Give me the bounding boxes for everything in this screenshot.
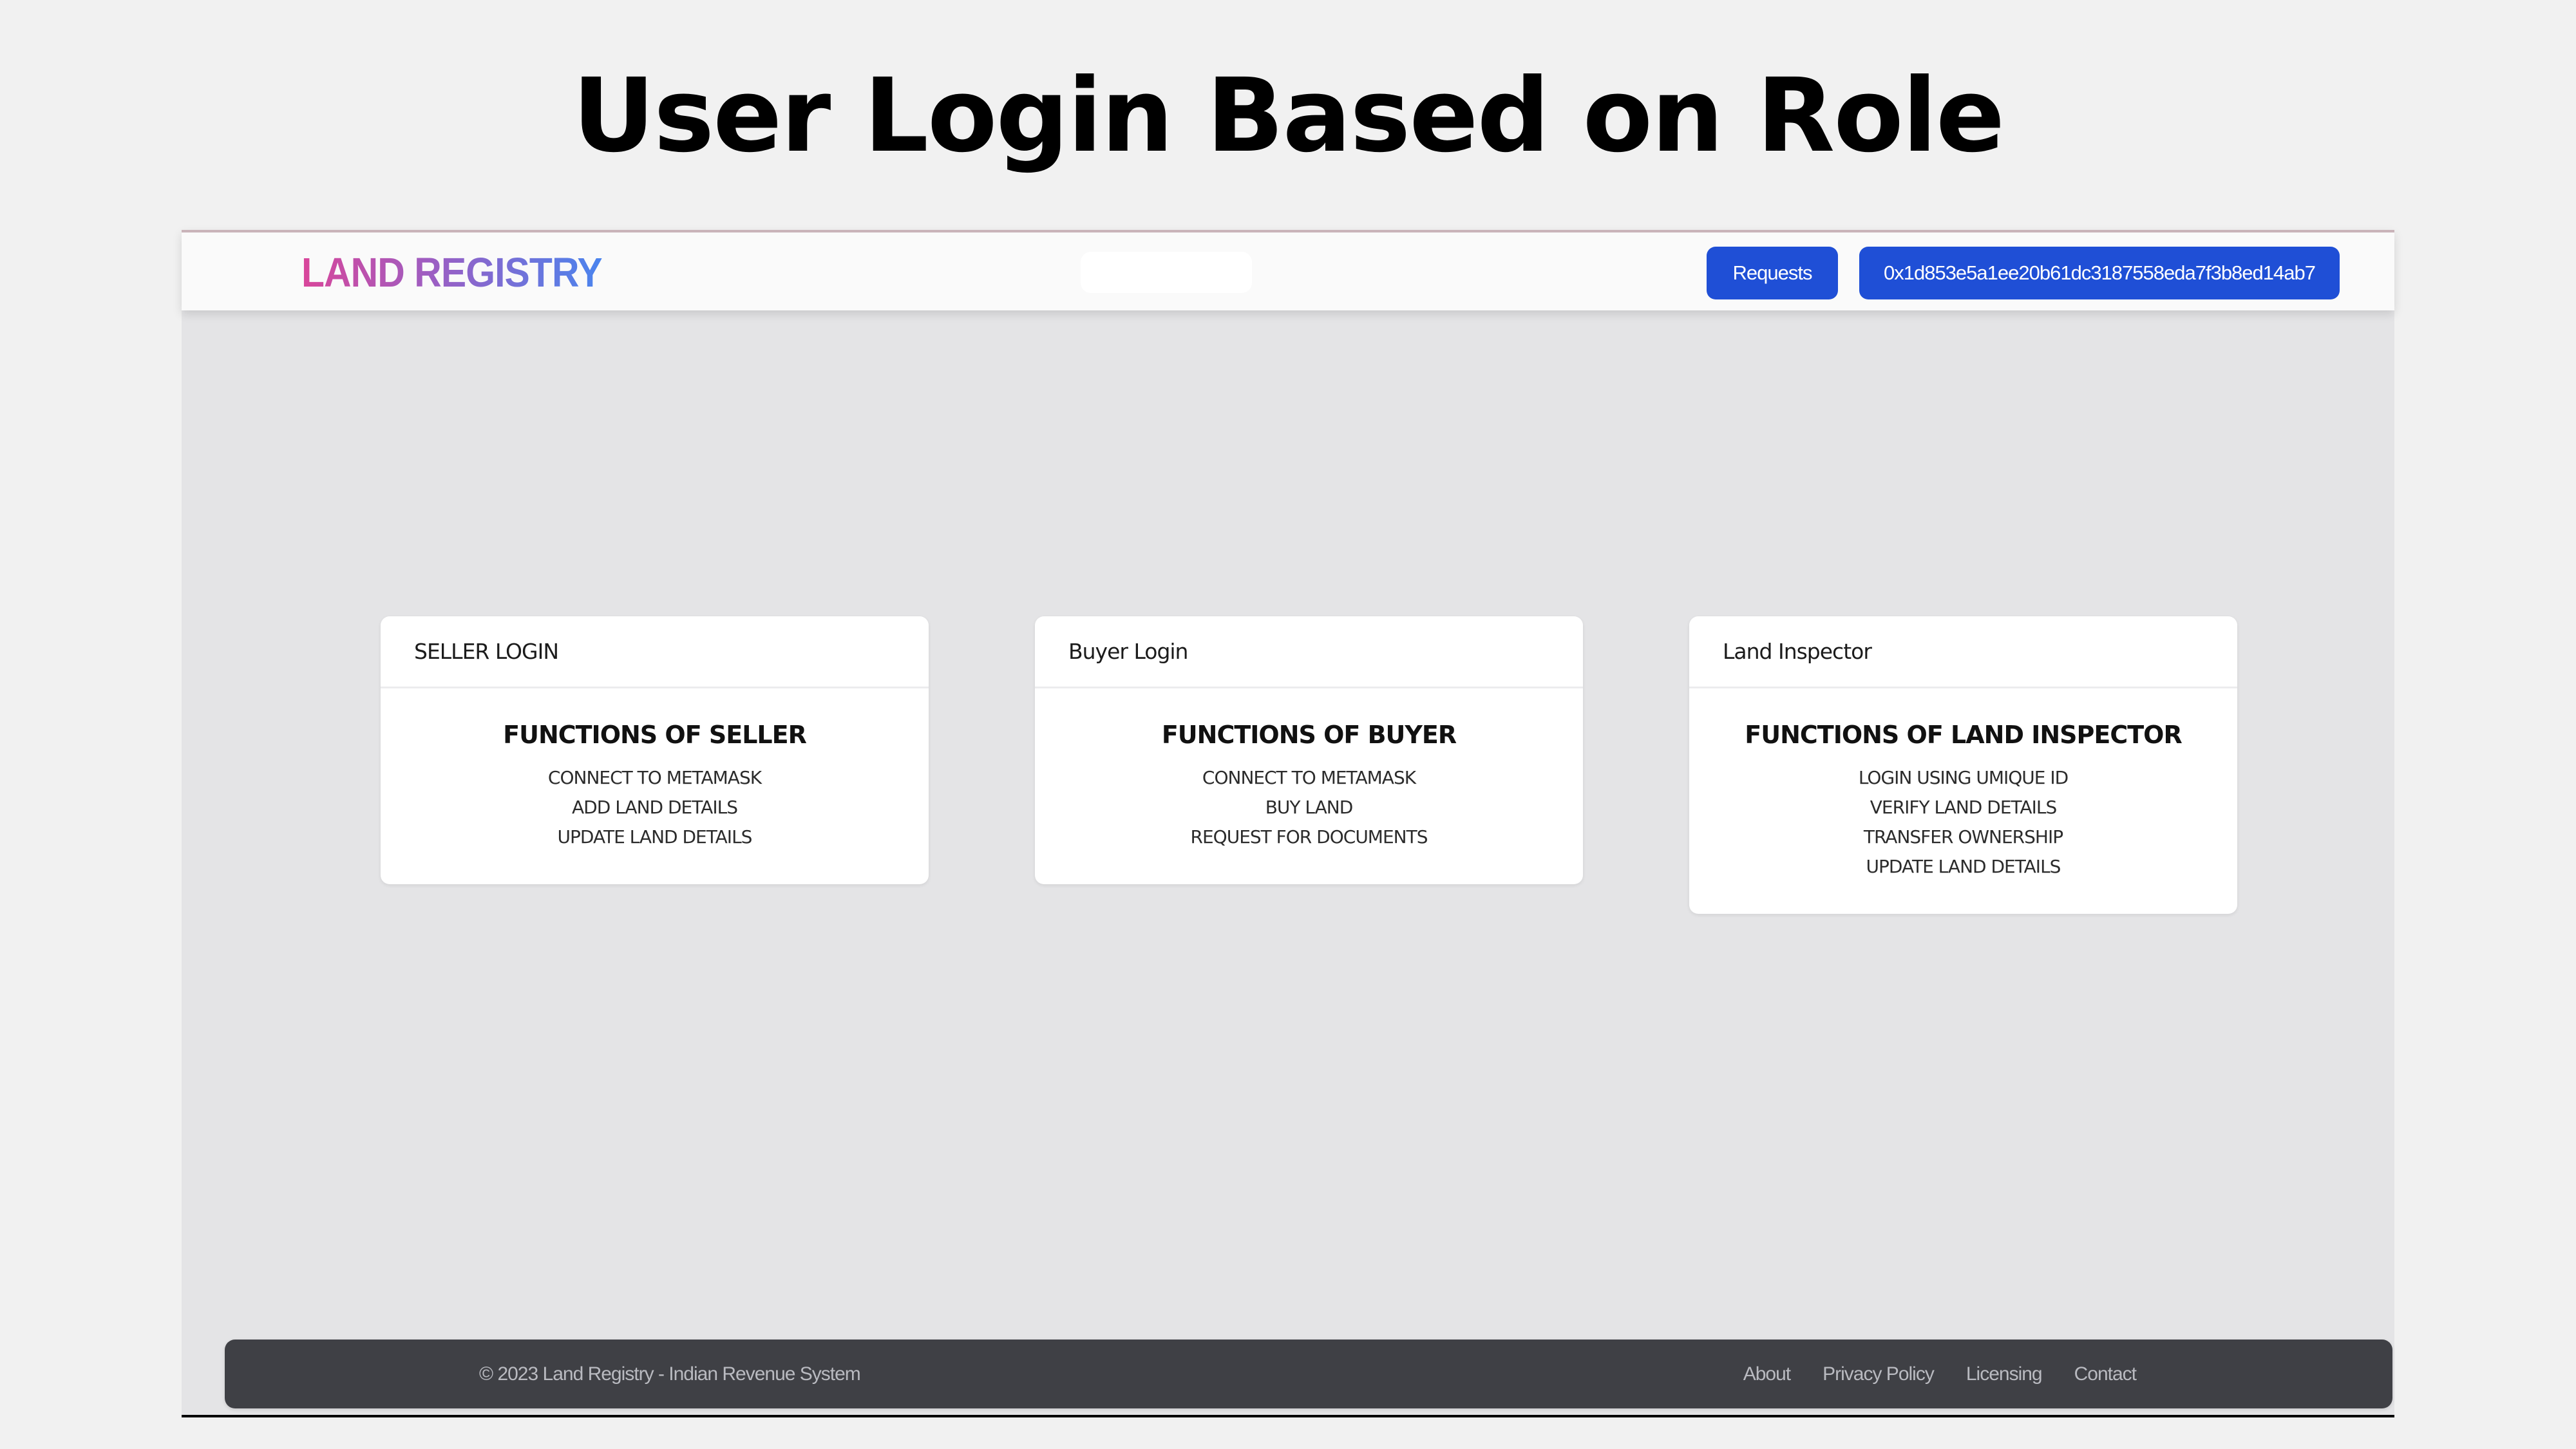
requests-button[interactable]: Requests	[1707, 247, 1838, 299]
function-item: ADD LAND DETAILS	[572, 797, 738, 818]
footer-copyright: © 2023 Land Registry - Indian Revenue Sy…	[479, 1363, 861, 1385]
function-item: REQUEST FOR DOCUMENTS	[1190, 826, 1428, 848]
function-item: BUY LAND	[1265, 797, 1354, 818]
card-body: FUNCTIONS OF BUYER CONNECT TO METAMASK B…	[1035, 688, 1583, 884]
brand-logo[interactable]: LAND REGISTRY	[301, 247, 603, 298]
card-body: FUNCTIONS OF SELLER CONNECT TO METAMASK …	[381, 688, 929, 884]
navbar-blank-pill	[1081, 252, 1252, 293]
card-heading: FUNCTIONS OF LAND INSPECTOR	[1745, 721, 2182, 749]
function-item: LOGIN USING UMIQUE ID	[1858, 767, 2069, 788]
function-item: CONNECT TO METAMASK	[547, 767, 762, 788]
card-header[interactable]: Land Inspector	[1689, 616, 2237, 688]
card-body: FUNCTIONS OF LAND INSPECTOR LOGIN USING …	[1689, 688, 2237, 914]
function-item: VERIFY LAND DETAILS	[1870, 797, 2057, 818]
land-inspector-card[interactable]: Land Inspector FUNCTIONS OF LAND INSPECT…	[1689, 616, 2237, 914]
function-item: TRANSFER OWNERSHIP	[1863, 826, 2063, 848]
function-item: UPDATE LAND DETAILS	[1866, 856, 2061, 877]
footer: © 2023 Land Registry - Indian Revenue Sy…	[225, 1340, 2392, 1408]
footer-link-privacy-policy[interactable]: Privacy Policy	[1823, 1363, 1935, 1385]
card-header[interactable]: SELLER LOGIN	[381, 616, 929, 688]
seller-login-card[interactable]: SELLER LOGIN FUNCTIONS OF SELLER CONNECT…	[381, 616, 929, 884]
card-heading: FUNCTIONS OF SELLER	[503, 721, 807, 749]
function-item: CONNECT TO METAMASK	[1202, 767, 1416, 788]
card-header[interactable]: Buyer Login	[1035, 616, 1583, 688]
buyer-login-card[interactable]: Buyer Login FUNCTIONS OF BUYER CONNECT T…	[1035, 616, 1583, 884]
footer-link-licensing[interactable]: Licensing	[1966, 1363, 2043, 1385]
wallet-address-button[interactable]: 0x1d853e5a1ee20b61dc3187558eda7f3b8ed14a…	[1859, 247, 2340, 299]
app-window: LAND REGISTRY Requests 0x1d853e5a1ee20b6…	[182, 230, 2394, 1417]
card-heading: FUNCTIONS OF BUYER	[1161, 721, 1457, 749]
footer-links: About Privacy Policy Licensing Contact	[1743, 1340, 2137, 1408]
slide-title: User Login Based on Role	[572, 57, 2005, 175]
footer-link-about[interactable]: About	[1743, 1363, 1791, 1385]
function-item: UPDATE LAND DETAILS	[557, 826, 753, 848]
navbar: LAND REGISTRY Requests 0x1d853e5a1ee20b6…	[182, 230, 2394, 310]
footer-link-contact[interactable]: Contact	[2074, 1363, 2137, 1385]
